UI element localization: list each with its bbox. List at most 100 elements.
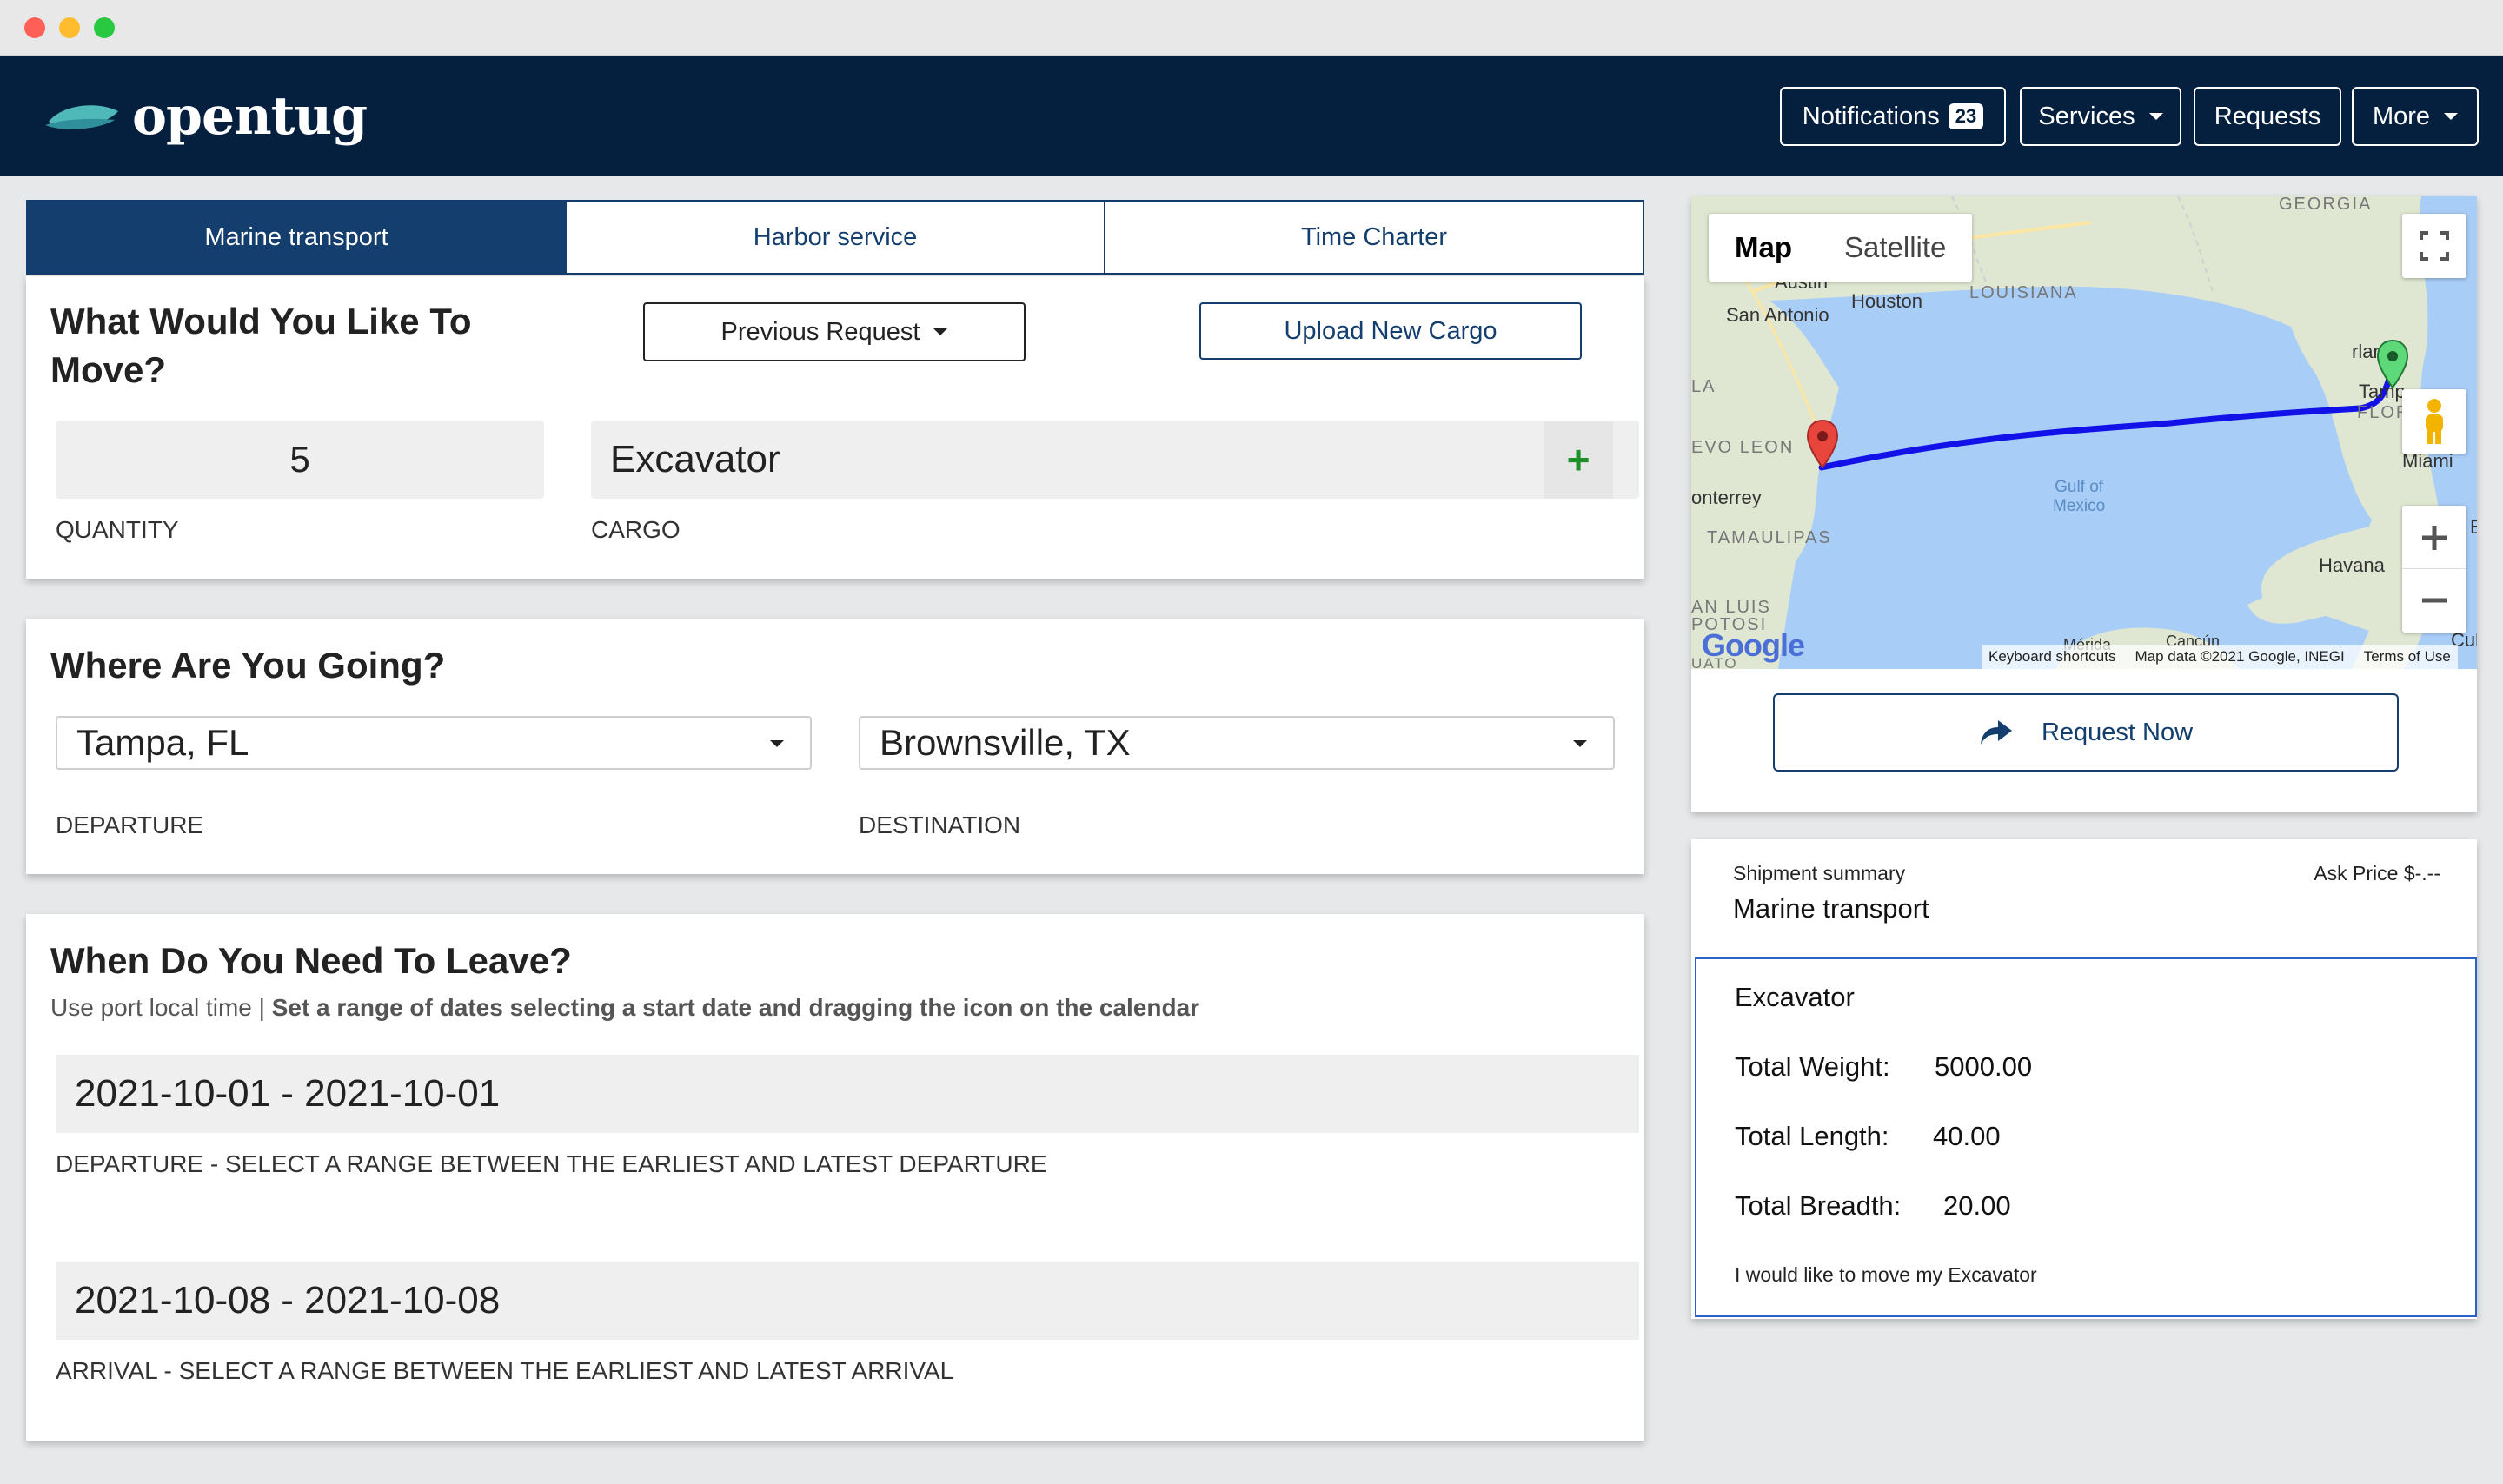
plus-icon: + <box>1566 437 1590 482</box>
total-breadth-value: 20.00 <box>1943 1190 2011 1221</box>
schedule-card: When Do You Need To Leave? Use port loca… <box>26 914 1644 1441</box>
service-tabs: Marine transport Harbor service Time Cha… <box>26 200 1644 275</box>
map-label-monterrey: onterrey <box>1691 487 1762 508</box>
cargo-value: Excavator <box>610 438 780 480</box>
departure-value: Tampa, FL <box>76 722 249 763</box>
share-arrow-icon <box>1980 720 2012 745</box>
previous-request-dropdown[interactable]: Previous Request <box>643 302 1026 361</box>
map-attribution: Keyboard shortcuts Map data ©2021 Google… <box>1982 645 2458 669</box>
keyboard-shortcuts-link[interactable]: Keyboard shortcuts <box>1988 648 2115 666</box>
map-label-nuevo-leon: EVO LEON <box>1691 438 1795 457</box>
origin-marker-icon[interactable] <box>2376 339 2409 389</box>
tab-harbor-service[interactable]: Harbor service <box>567 202 1105 273</box>
arrival-range-caption: ARRIVAL - SELECT A RANGE BETWEEN THE EAR… <box>56 1357 954 1384</box>
terms-of-use-link[interactable]: Terms of Use <box>2364 648 2451 666</box>
tug-logo-icon <box>45 105 118 129</box>
chevron-down-icon <box>1573 740 1587 747</box>
plus-icon <box>2422 525 2447 550</box>
departure-label: DEPARTURE <box>56 812 204 838</box>
summary-service-type: Marine transport <box>1733 893 1929 924</box>
map-label-gulf-line2: Mexico <box>2053 497 2106 515</box>
chevron-down-icon <box>2444 113 2459 120</box>
notifications-label: Notifications <box>1802 102 1940 130</box>
request-now-button[interactable]: Request Now <box>1773 693 2399 772</box>
departure-range-caption: DEPARTURE - SELECT A RANGE BETWEEN THE E… <box>56 1150 1047 1177</box>
chevron-down-icon <box>770 740 784 747</box>
map-label-georgia: GEORGIA <box>2279 196 2373 214</box>
zoom-out-button[interactable] <box>2402 569 2466 632</box>
requests-button[interactable]: Requests <box>2194 87 2341 146</box>
zoom-control <box>2402 506 2466 633</box>
arrival-date-range-input[interactable]: 2021-10-08 - 2021-10-08 <box>56 1262 1639 1340</box>
tab-time-charter[interactable]: Time Charter <box>1105 202 1643 273</box>
total-breadth-label: Total Breadth: <box>1735 1190 1902 1221</box>
upload-cargo-label: Upload New Cargo <box>1284 316 1497 345</box>
close-window-button[interactable] <box>24 17 45 38</box>
schedule-section-title: When Do You Need To Leave? <box>50 940 572 981</box>
total-length-value: 40.00 <box>1933 1121 2001 1151</box>
upload-new-cargo-button[interactable]: Upload New Cargo <box>1199 302 1582 360</box>
minimize-window-button[interactable] <box>59 17 80 38</box>
destination-label: DESTINATION <box>859 812 1021 838</box>
map-label-b: B <box>2470 516 2477 538</box>
route-section-title: Where Are You Going? <box>50 645 446 686</box>
map-label-gulf-line1: Gulf of <box>2055 478 2104 496</box>
map-label-havana: Havana <box>2319 554 2385 576</box>
total-weight-label: Total Weight: <box>1735 1051 1890 1082</box>
schedule-hint: Use port local time | Set a range of dat… <box>50 994 1199 1022</box>
route-map[interactable]: GEORGIA LOUISIANA Austin Houston San Ant… <box>1691 196 2477 669</box>
notifications-button[interactable]: Notifications 23 <box>1780 87 2006 146</box>
map-label-la: LA <box>1691 377 1716 396</box>
services-label: Services <box>2038 102 2135 130</box>
map-data-credit: Map data ©2021 Google, INEGI <box>2135 648 2345 665</box>
fullscreen-icon <box>2420 231 2449 261</box>
cargo-detail-box: Excavator Total Weight: 5000.00 Total Le… <box>1695 957 2477 1317</box>
maximize-window-button[interactable] <box>94 17 115 38</box>
map-type-control: Map Satellite <box>1709 214 1973 282</box>
cargo-title-line1: What Would You Like To <box>50 301 472 341</box>
schedule-hint-bold: Set a range of dates selecting a start d… <box>271 994 1200 1021</box>
pegman-icon <box>2426 399 2443 444</box>
previous-request-label: Previous Request <box>720 317 920 346</box>
total-length-label: Total Length: <box>1735 1121 1889 1151</box>
ask-price: Ask Price $-.-- <box>2314 862 2440 884</box>
google-logo: Google <box>1702 627 1805 663</box>
chevron-down-icon <box>933 328 948 335</box>
cargo-input[interactable]: Excavator <box>591 421 1639 499</box>
map-label-houston: Houston <box>1851 290 1922 312</box>
cargo-note: I would like to move my Excavator <box>1735 1263 2037 1286</box>
cargo-label: CARGO <box>591 516 681 543</box>
departure-date-range-input[interactable]: 2021-10-01 - 2021-10-01 <box>56 1055 1639 1133</box>
map-type-map-button[interactable]: Map <box>1709 214 1818 282</box>
more-label: More <box>2372 102 2431 130</box>
top-navbar: opentug Notifications 23 Services Reques… <box>0 56 2503 176</box>
map-label-tamaulipas: TAMAULIPAS <box>1707 528 1832 547</box>
requests-label: Requests <box>2214 102 2321 130</box>
fullscreen-button[interactable] <box>2402 214 2466 278</box>
chevron-down-icon <box>2148 113 2163 120</box>
destination-marker-icon[interactable] <box>1806 419 1839 469</box>
map-label-san-antonio: San Antonio <box>1726 304 1829 326</box>
quantity-input[interactable]: 5 <box>56 421 544 499</box>
add-cargo-button[interactable]: + <box>1544 421 1613 499</box>
shipment-summary-label: Shipment summary <box>1733 862 1906 884</box>
zoom-in-button[interactable] <box>2402 507 2466 569</box>
destination-value: Brownsville, TX <box>880 722 1131 763</box>
brand-logo[interactable]: opentug <box>45 82 368 151</box>
street-view-pegman-button[interactable] <box>2402 389 2466 454</box>
more-dropdown-button[interactable]: More <box>2352 87 2479 146</box>
map-type-satellite-button[interactable]: Satellite <box>1818 214 1972 282</box>
tab-marine-transport[interactable]: Marine transport <box>28 202 567 273</box>
request-now-label: Request Now <box>2041 718 2194 746</box>
departure-select[interactable]: Tampa, FL <box>56 716 812 770</box>
detail-cargo-name: Excavator <box>1735 982 1855 1012</box>
services-dropdown-button[interactable]: Services <box>2020 87 2181 146</box>
route-card: Where Are You Going? Tampa, FL DEPARTURE… <box>26 619 1644 874</box>
destination-select[interactable]: Brownsville, TX <box>859 716 1615 770</box>
window-titlebar <box>0 0 2503 56</box>
map-label-gulf: Gulf of Mexico <box>2053 478 2105 516</box>
quantity-label: QUANTITY <box>56 516 179 543</box>
minus-icon <box>2422 598 2447 603</box>
map-label-louisiana: LOUISIANA <box>1969 283 2078 302</box>
cargo-card: What Would You Like To Move? Previous Re… <box>26 276 1644 579</box>
